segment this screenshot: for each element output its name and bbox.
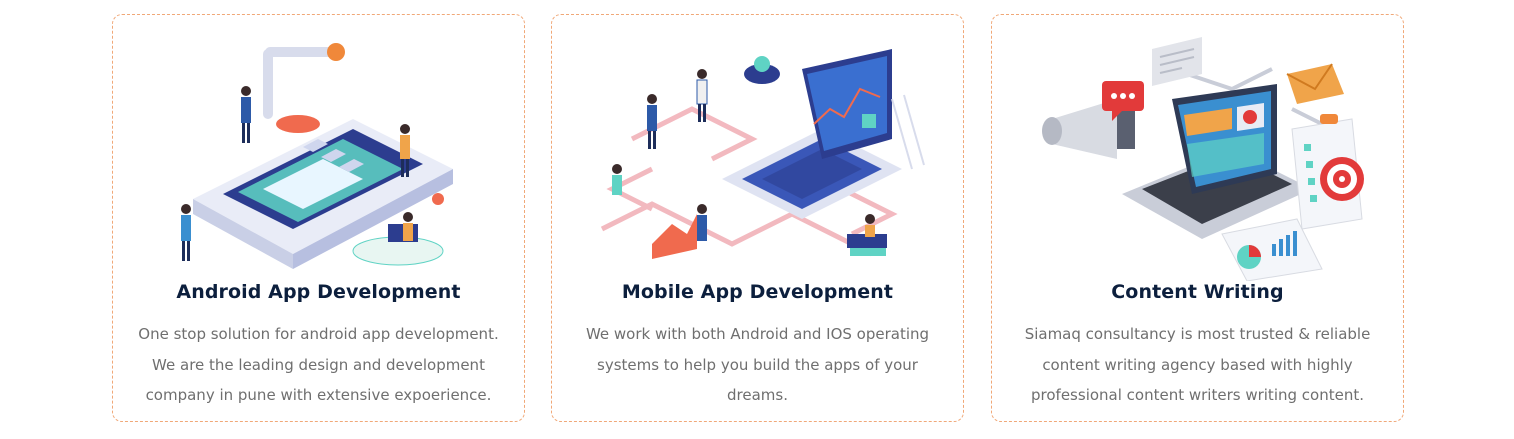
android-development-illustration [181,43,453,269]
service-title: Content Writing [1111,281,1284,303]
services-cards: Android App Development One stop solutio… [112,14,1406,424]
service-card-android[interactable]: Android App Development One stop solutio… [112,14,525,422]
service-description: One stop solution for android app develo… [138,325,499,404]
service-description: Siamaq consultancy is most trusted & rel… [1024,325,1371,404]
service-title: Mobile App Development [621,281,894,303]
service-title: Android App Development [176,281,461,303]
service-card-content[interactable]: Content Writing Siamaq consultancy is mo… [991,14,1404,422]
content-writing-illustration [1042,37,1364,281]
service-description: We work with both Android and IOS operat… [585,325,930,404]
mobile-development-illustration [600,49,925,259]
service-card-mobile[interactable]: Mobile App Development We work with both… [551,14,964,422]
